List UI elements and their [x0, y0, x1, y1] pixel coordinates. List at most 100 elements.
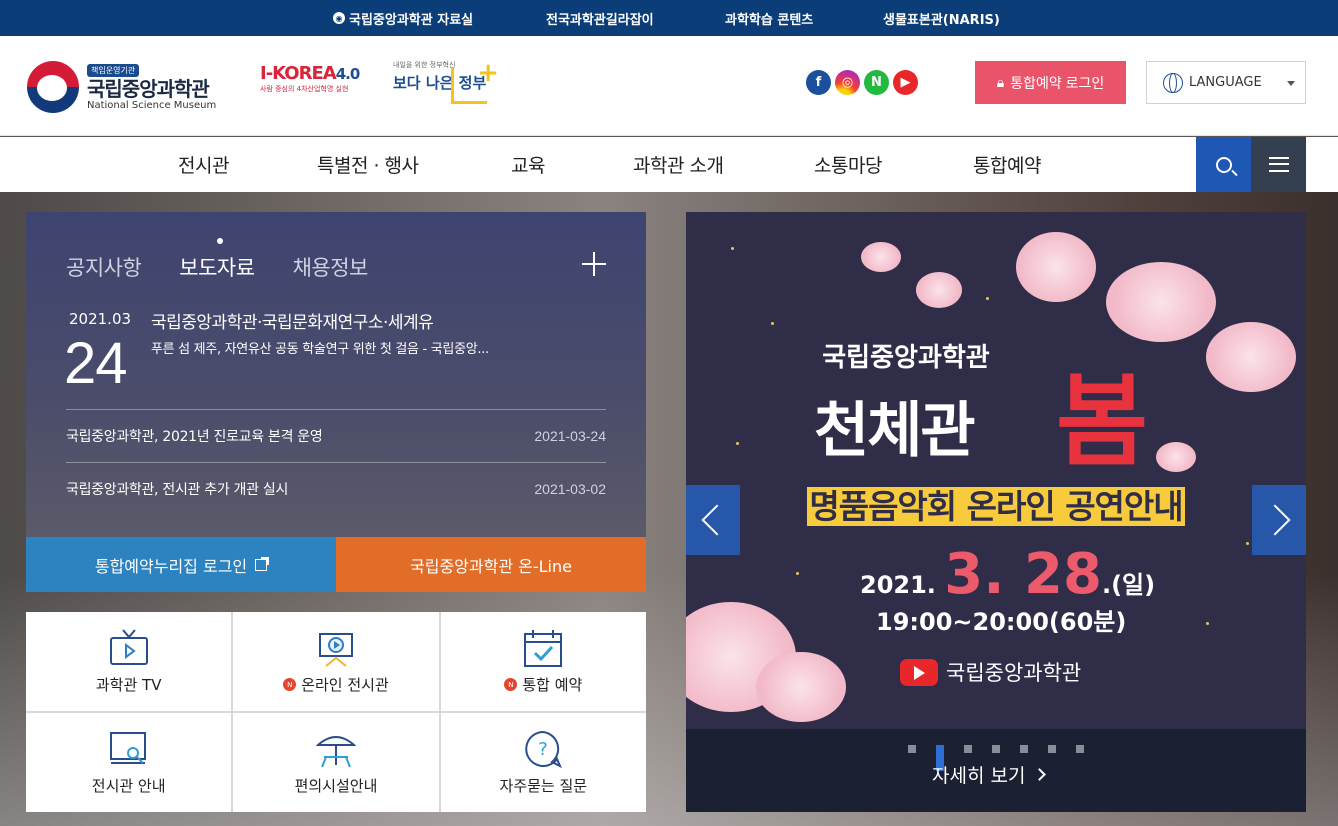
banner-time: 19:00~20:00(60분) — [876, 608, 1127, 636]
all-menu-button[interactable] — [1251, 137, 1306, 192]
slide-dot[interactable] — [1048, 745, 1056, 753]
site-logo[interactable]: 책임운영기관 국립중앙과학관 National Science Museum — [27, 61, 216, 113]
search-button[interactable] — [1196, 137, 1251, 192]
quick-menu-online-exhibit[interactable]: N 온라인 전시관 — [233, 612, 439, 711]
banner-prev-button[interactable] — [686, 485, 740, 555]
nav-item-special-events[interactable]: 특별전 · 행사 — [317, 137, 419, 192]
main-banner-slide[interactable]: 국립중앙과학관 천체관 봄 명품음악회 온라인 공연안내 2021. 3. 28… — [686, 212, 1306, 729]
featured-title[interactable]: 국립중앙과학관·국립문화재연구소·세계유 — [151, 308, 434, 333]
naver-icon[interactable]: N — [864, 70, 889, 95]
cherry-blossom-decor — [1156, 442, 1196, 472]
hamburger-icon — [1268, 157, 1289, 172]
banner-line-planetarium: 천체관 — [814, 396, 976, 466]
notice-tabs: 공지사항 보도자료 채용정보 — [66, 238, 369, 282]
chevron-right-icon — [1033, 768, 1047, 781]
search-icon — [1215, 156, 1232, 173]
online-museum-button[interactable]: 국립중앙과학관 온-Line — [336, 537, 646, 592]
view-details-link[interactable]: 자세히 보기 — [932, 761, 1047, 788]
logo-korean-name: 국립중앙과학관 — [87, 76, 210, 101]
banner-line-museum: 국립중앙과학관 — [822, 343, 990, 373]
online-exhibit-icon — [318, 633, 353, 667]
slide-dot[interactable] — [1020, 745, 1028, 753]
facebook-icon[interactable]: f — [806, 70, 831, 95]
slide-dot[interactable] — [992, 745, 1000, 753]
site-header: 책임운영기관 국립중앙과학관 National Science Museum I… — [0, 36, 1338, 136]
star-decor — [1246, 542, 1249, 545]
featured-description[interactable]: 푸른 섬 제주, 자연유산 공동 학술연구 위한 첫 걸음 - 국립중앙... — [151, 338, 489, 357]
star-decor — [796, 572, 799, 575]
banner-footer: 자세히 보기 — [686, 729, 1306, 812]
nav-item-education[interactable]: 교육 — [511, 137, 545, 192]
cherry-blossom-decor — [1016, 232, 1096, 302]
topbar-link-contents[interactable]: 과학학습 콘텐츠 — [725, 9, 813, 28]
logo-english-name: National Science Museum — [87, 99, 217, 111]
topbar-link-guide[interactable]: 전국과학관길라잡이 — [546, 9, 654, 28]
tab-press-releases[interactable]: 보도자료 — [179, 238, 255, 282]
lock-icon: 🔒︎ — [996, 74, 1005, 90]
nav-item-exhibitions[interactable]: 전시관 — [178, 137, 229, 192]
quick-menu-exhibit-guide[interactable]: 전시관 안내 — [26, 713, 232, 812]
youtube-icon — [900, 658, 938, 686]
quick-menu-science-tv[interactable]: 과학관 TV — [26, 612, 232, 711]
museum-icon: ◉ — [333, 12, 345, 24]
calendar-check-icon — [524, 630, 563, 667]
quick-menu-facilities[interactable]: 편의시설안내 — [233, 713, 439, 812]
ikorea-banner-logo[interactable]: I-KOREA4.0 사람 중심의 4차산업혁명 실현 — [260, 63, 360, 94]
tab-notices[interactable]: 공지사항 — [66, 252, 142, 282]
quick-menu-reservation[interactable]: N 통합 예약 — [440, 612, 646, 711]
notice-row[interactable]: 국립중앙과학관, 2021년 진로교육 본격 운영 2021-03-24 — [66, 409, 606, 462]
top-utility-bar: ◉ 국립중앙과학관 자료실 전국과학관길라잡이 과학학습 콘텐츠 생물표본관(NA… — [0, 0, 1338, 36]
banner-date: 2021. 3. 28.(일) — [860, 542, 1156, 607]
notice-more-plus-button[interactable] — [582, 252, 606, 276]
plus-icon: + — [477, 58, 499, 88]
slide-dot[interactable] — [964, 745, 972, 753]
monitor-search-icon — [109, 732, 146, 764]
cherry-blossom-decor — [756, 652, 846, 722]
featured-year-month: 2021.03 — [69, 310, 132, 328]
nav-item-community[interactable]: 소통마당 — [814, 137, 882, 192]
star-decor — [771, 322, 774, 325]
question-bubble-icon: ? — [525, 730, 563, 769]
banner-line-spring: 봄 — [1056, 363, 1148, 480]
slide-dot[interactable] — [908, 745, 916, 753]
cherry-blossom-decor — [916, 272, 962, 308]
star-decor — [731, 247, 734, 250]
notice-row[interactable]: 국립중앙과학관, 전시관 추가 개관 실시 2021-03-02 — [66, 462, 606, 515]
star-decor — [736, 442, 739, 445]
chevron-left-icon — [701, 504, 733, 536]
new-badge: N — [283, 678, 297, 691]
cherry-blossom-decor — [1106, 262, 1216, 342]
notice-panel: 공지사항 보도자료 채용정보 2021.03 24 국립중앙과학관·국립문화재연… — [26, 212, 646, 537]
logo-badge: 책임운영기관 — [87, 63, 140, 77]
social-links: f ◎ N ▶ — [806, 70, 918, 95]
umbrella-table-icon — [315, 736, 356, 768]
star-decor — [1206, 622, 1209, 625]
svg-text:?: ? — [539, 739, 549, 760]
youtube-icon[interactable]: ▶ — [893, 70, 918, 95]
globe-icon — [1163, 72, 1183, 93]
main-navigation: 전시관 특별전 · 행사 교육 과학관 소개 소통마당 통합예약 — [0, 137, 1338, 192]
integrated-reservation-login-button[interactable]: 🔒︎ 통합예약 로그인 — [975, 61, 1126, 104]
featured-day: 24 — [64, 331, 128, 396]
instagram-icon[interactable]: ◎ — [835, 70, 860, 95]
banner-next-button[interactable] — [1252, 485, 1306, 555]
taeguk-emblem-icon — [27, 61, 79, 113]
topbar-link-archive[interactable]: ◉ 국립중앙과학관 자료실 — [333, 9, 473, 28]
tab-recruitment[interactable]: 채용정보 — [293, 252, 369, 282]
topbar-link-naris[interactable]: 생물표본관(NARIS) — [883, 9, 1000, 28]
reservation-portal-login-button[interactable]: 통합예약누리집 로그인 — [26, 537, 336, 592]
external-link-icon — [255, 556, 270, 571]
quick-menu-faq[interactable]: ? 자주묻는 질문 — [440, 713, 646, 812]
language-select[interactable]: LANGUAGE — [1146, 61, 1306, 104]
chevron-right-icon — [1259, 504, 1291, 536]
nav-item-reservation[interactable]: 통합예약 — [973, 137, 1041, 192]
banner-channel: 국립중앙과학관 — [900, 657, 1081, 687]
tv-icon — [109, 629, 148, 665]
star-decor — [986, 297, 989, 300]
slide-dot[interactable] — [1076, 745, 1084, 753]
nav-item-about[interactable]: 과학관 소개 — [633, 137, 724, 192]
better-government-logo[interactable]: + 내일을 위한 정부혁신 보다 나은 정부 — [393, 60, 499, 106]
banner-line-concert: 명품음악회 온라인 공연안내 — [807, 487, 1185, 526]
quick-menu-grid: 과학관 TV N 온라인 전시관 N 통합 예약 전시관 안내 편의시설안내 ? 자… — [26, 612, 646, 812]
cherry-blossom-decor — [861, 242, 901, 272]
